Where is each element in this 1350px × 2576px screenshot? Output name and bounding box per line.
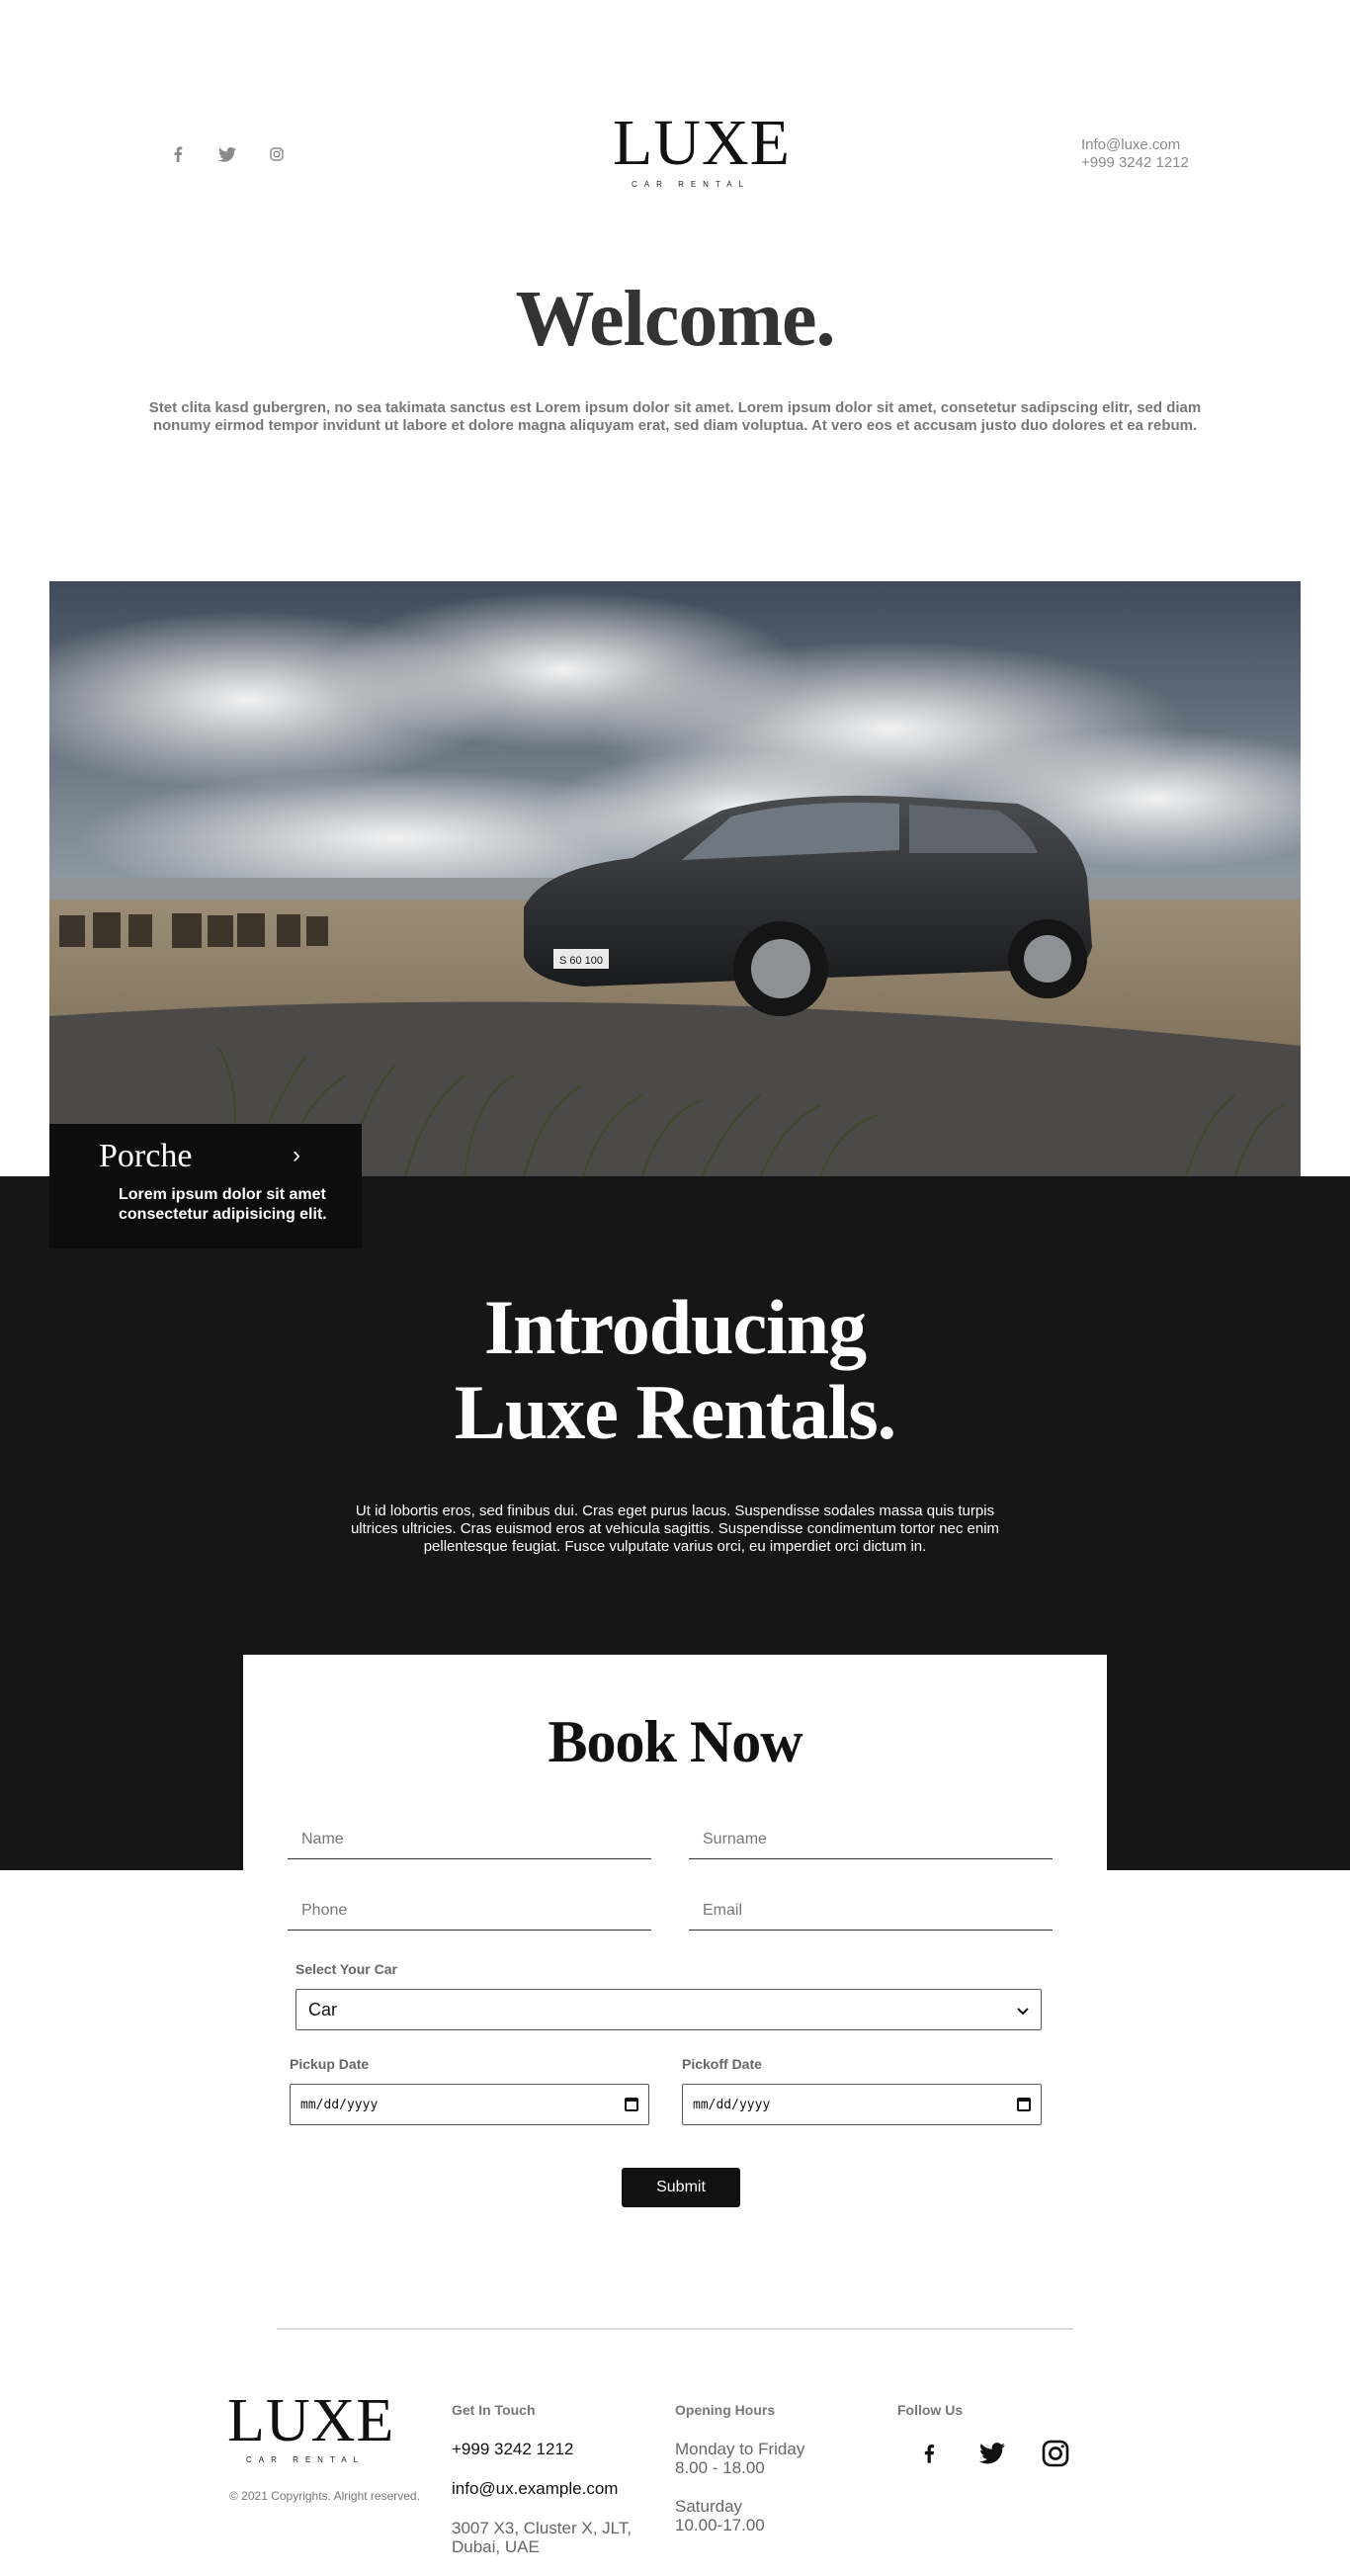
footer-follow-heading: Follow Us bbox=[897, 2402, 964, 2418]
calendar-icon[interactable] bbox=[1017, 2098, 1031, 2111]
instagram-icon[interactable] bbox=[267, 144, 287, 164]
site-logo[interactable]: LUXE CAR RENTAL bbox=[613, 107, 791, 190]
footer-saturday-hours: Saturday 10.00-17.00 bbox=[675, 2497, 804, 2534]
submit-button[interactable]: Submit bbox=[622, 2168, 740, 2207]
header-social-links bbox=[168, 144, 287, 164]
header-email[interactable]: Info@luxe.com bbox=[1081, 136, 1189, 154]
footer-email[interactable]: info@ux.example.com bbox=[452, 2479, 632, 2499]
name-field[interactable] bbox=[288, 1820, 651, 1859]
footer-divider bbox=[277, 2328, 1073, 2330]
footer-hours-heading: Opening Hours bbox=[675, 2402, 776, 2418]
pickup-date-label: Pickup Date bbox=[290, 2056, 370, 2072]
instagram-icon[interactable] bbox=[1042, 2440, 1069, 2467]
pickup-date-value: mm/dd/yyyy bbox=[300, 2097, 379, 2112]
footer-logo[interactable]: LUXE CAR RENTAL bbox=[227, 2387, 395, 2464]
intro-text: Ut id lobortis eros, sed finibus dui. Cr… bbox=[350, 1503, 1000, 1555]
pickoff-date-label: Pickoff Date bbox=[682, 2056, 762, 2072]
intro-heading-line2: Luxe Rentals. bbox=[454, 1369, 896, 1455]
footer-address-line2: Dubai, UAE bbox=[452, 2537, 540, 2556]
chevron-down-icon bbox=[1017, 2000, 1029, 2020]
saturday-hours: 10.00-17.00 bbox=[675, 2516, 765, 2534]
welcome-heading: Welcome. bbox=[515, 276, 836, 363]
intro-heading: Introducing Luxe Rentals. bbox=[0, 1285, 1350, 1455]
intro-heading-line1: Introducing bbox=[483, 1284, 867, 1370]
footer-address: 3007 X3, Cluster X, JLT, Dubai, UAE bbox=[452, 2519, 632, 2556]
footer-phone[interactable]: +999 3242 1212 bbox=[452, 2440, 632, 2459]
weekday-hours: 8.00 - 18.00 bbox=[675, 2458, 765, 2477]
footer-weekday-hours: Monday to Friday 8.00 - 18.00 bbox=[675, 2440, 804, 2477]
chevron-right-icon[interactable]: › bbox=[293, 1142, 300, 1169]
email-field[interactable] bbox=[689, 1891, 1053, 1931]
footer-address-line1: 3007 X3, Cluster X, JLT, bbox=[452, 2519, 633, 2537]
site-header: LUXE CAR RENTAL Info@luxe.com +999 3242 … bbox=[0, 0, 1350, 257]
copyright: © 2021 Copyrights. Alright reserved. bbox=[229, 2489, 420, 2503]
pickoff-date-value: mm/dd/yyyy bbox=[693, 2097, 771, 2112]
header-contact: Info@luxe.com +999 3242 1212 bbox=[1081, 136, 1189, 172]
surname-field[interactable] bbox=[689, 1820, 1053, 1859]
facebook-icon[interactable] bbox=[168, 144, 188, 164]
logo-wordmark: LUXE bbox=[613, 107, 791, 179]
saturday-label: Saturday bbox=[675, 2497, 743, 2516]
footer-contact-column: Get In Touch +999 3242 1212 info@ux.exam… bbox=[452, 2402, 632, 2576]
car-card[interactable]: Porche › Lorem ipsum dolor sit amet cons… bbox=[49, 1124, 362, 1248]
footer-contact-heading: Get In Touch bbox=[452, 2402, 536, 2418]
pickoff-date-input[interactable]: mm/dd/yyyy bbox=[682, 2084, 1042, 2125]
footer-social-links bbox=[897, 2440, 1069, 2467]
weekday-label: Monday to Friday bbox=[675, 2440, 805, 2458]
car-card-description: Lorem ipsum dolor sit amet consectetur a… bbox=[119, 1186, 327, 1223]
footer-logo-tagline: CAR RENTAL bbox=[245, 2455, 366, 2464]
calendar-icon[interactable] bbox=[625, 2098, 638, 2111]
logo-tagline: CAR RENTAL bbox=[631, 180, 751, 189]
car-card-name: Porche bbox=[99, 1138, 193, 1174]
phone-field[interactable] bbox=[288, 1891, 651, 1931]
footer-logo-wordmark: LUXE bbox=[227, 2387, 395, 2454]
hero-image: S 60 100 bbox=[49, 581, 1301, 1176]
footer-follow-column: Follow Us bbox=[897, 2402, 1069, 2467]
booking-heading: Book Now bbox=[548, 1709, 802, 1774]
header-phone[interactable]: +999 3242 1212 bbox=[1081, 154, 1189, 172]
twitter-icon[interactable] bbox=[978, 2440, 1006, 2467]
footer-hours-column: Opening Hours Monday to Friday 8.00 - 18… bbox=[675, 2402, 804, 2554]
car-select[interactable]: Car bbox=[295, 1989, 1042, 2030]
car-select-value: Car bbox=[308, 1999, 338, 2019]
facebook-icon[interactable] bbox=[915, 2440, 943, 2467]
pickup-date-input[interactable]: mm/dd/yyyy bbox=[290, 2084, 649, 2125]
select-car-label: Select Your Car bbox=[295, 1961, 397, 1977]
twitter-icon[interactable] bbox=[217, 144, 237, 164]
license-plate: S 60 100 bbox=[559, 955, 603, 967]
welcome-text: Stet clita kasd gubergren, no sea takima… bbox=[148, 399, 1202, 434]
